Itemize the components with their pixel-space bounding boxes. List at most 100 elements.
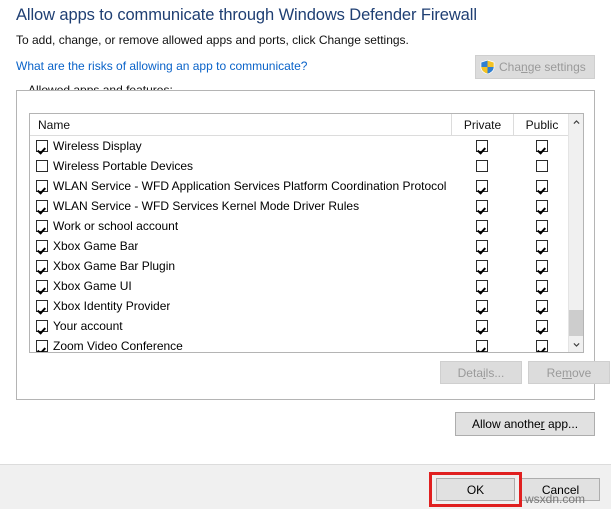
row-enabled-checkbox[interactable] xyxy=(36,260,48,272)
table-row[interactable]: Work or school account xyxy=(30,216,583,236)
private-checkbox[interactable] xyxy=(476,140,488,152)
row-enabled-checkbox[interactable] xyxy=(36,160,48,172)
column-header-name[interactable]: Name xyxy=(38,114,70,135)
table-row[interactable]: Xbox Game UI xyxy=(30,276,583,296)
watermark: wsxdn.com xyxy=(525,492,585,506)
private-checkbox[interactable] xyxy=(476,220,488,232)
public-checkbox[interactable] xyxy=(536,220,548,232)
row-name-cell: Xbox Game Bar Plugin xyxy=(36,256,448,276)
private-cell xyxy=(451,316,513,336)
page-title: Allow apps to communicate through Window… xyxy=(16,6,477,25)
public-cell xyxy=(513,196,570,216)
scroll-down-button[interactable] xyxy=(569,336,584,352)
private-checkbox[interactable] xyxy=(476,320,488,332)
row-enabled-checkbox[interactable] xyxy=(36,340,48,352)
page-subtitle: To add, change, or remove allowed apps a… xyxy=(16,33,409,47)
table-row[interactable]: Xbox Game Bar Plugin xyxy=(30,256,583,276)
row-enabled-checkbox[interactable] xyxy=(36,220,48,232)
row-enabled-checkbox[interactable] xyxy=(36,320,48,332)
row-name-cell: WLAN Service - WFD Application Services … xyxy=(36,176,448,196)
allow-another-app-button[interactable]: Allow another app... xyxy=(455,412,595,436)
column-header-private[interactable]: Private xyxy=(451,114,513,135)
public-checkbox[interactable] xyxy=(536,280,548,292)
remove-button[interactable]: Remove xyxy=(528,361,610,384)
public-checkbox[interactable] xyxy=(536,300,548,312)
row-name-cell: Work or school account xyxy=(36,216,448,236)
scroll-up-button[interactable] xyxy=(569,114,584,130)
row-enabled-checkbox[interactable] xyxy=(36,200,48,212)
row-name-cell: Xbox Game UI xyxy=(36,276,448,296)
public-checkbox[interactable] xyxy=(536,200,548,212)
row-name-cell: Your account xyxy=(36,316,448,336)
row-name-label: WLAN Service - WFD Application Services … xyxy=(53,179,448,193)
public-checkbox[interactable] xyxy=(536,160,548,172)
public-checkbox[interactable] xyxy=(536,180,548,192)
public-checkbox[interactable] xyxy=(536,260,548,272)
private-checkbox[interactable] xyxy=(476,200,488,212)
public-checkbox[interactable] xyxy=(536,340,548,352)
private-checkbox[interactable] xyxy=(476,240,488,252)
chevron-up-icon xyxy=(573,119,580,126)
table-row[interactable]: Wireless Portable Devices xyxy=(30,156,583,176)
private-checkbox[interactable] xyxy=(476,300,488,312)
row-name-cell: Xbox Identity Provider xyxy=(36,296,448,316)
public-checkbox[interactable] xyxy=(536,240,548,252)
public-checkbox[interactable] xyxy=(536,320,548,332)
listview-scrollbar[interactable] xyxy=(568,114,583,352)
uac-shield-icon xyxy=(480,59,495,75)
dialog-footer xyxy=(0,464,611,509)
public-cell xyxy=(513,256,570,276)
table-row[interactable]: Xbox Identity Provider xyxy=(30,296,583,316)
public-checkbox[interactable] xyxy=(536,140,548,152)
row-name-cell: Wireless Display xyxy=(36,136,448,156)
private-cell xyxy=(451,276,513,296)
private-cell xyxy=(451,176,513,196)
row-enabled-checkbox[interactable] xyxy=(36,140,48,152)
row-name-label: Work or school account xyxy=(53,219,178,233)
allowed-apps-listview[interactable]: Name Private Public Wireless DisplayWire… xyxy=(29,113,584,353)
public-cell xyxy=(513,176,570,196)
change-settings-button[interactable]: Change settings xyxy=(475,55,595,79)
private-checkbox[interactable] xyxy=(476,280,488,292)
public-cell xyxy=(513,316,570,336)
row-enabled-checkbox[interactable] xyxy=(36,300,48,312)
scrollbar-thumb[interactable] xyxy=(569,310,584,336)
table-row[interactable]: Wireless Display xyxy=(30,136,583,156)
private-cell xyxy=(451,156,513,176)
private-cell xyxy=(451,236,513,256)
row-name-label: Your account xyxy=(53,319,123,333)
private-cell xyxy=(451,196,513,216)
public-cell xyxy=(513,336,570,353)
private-checkbox[interactable] xyxy=(476,180,488,192)
private-checkbox[interactable] xyxy=(476,340,488,352)
row-name-cell: Zoom Video Conference xyxy=(36,336,448,353)
public-cell xyxy=(513,216,570,236)
row-name-cell: Wireless Portable Devices xyxy=(36,156,448,176)
table-row[interactable]: WLAN Service - WFD Application Services … xyxy=(30,176,583,196)
public-cell xyxy=(513,276,570,296)
row-name-label: Xbox Game UI xyxy=(53,279,132,293)
row-name-cell: Xbox Game Bar xyxy=(36,236,448,256)
row-enabled-checkbox[interactable] xyxy=(36,240,48,252)
row-enabled-checkbox[interactable] xyxy=(36,280,48,292)
row-enabled-checkbox[interactable] xyxy=(36,180,48,192)
risks-help-link[interactable]: What are the risks of allowing an app to… xyxy=(16,59,307,73)
table-row[interactable]: Xbox Game Bar xyxy=(30,236,583,256)
table-row[interactable]: Zoom Video Conference xyxy=(30,336,583,353)
ok-button-label: OK xyxy=(467,483,484,497)
private-checkbox[interactable] xyxy=(476,260,488,272)
public-cell xyxy=(513,156,570,176)
row-name-cell: WLAN Service - WFD Services Kernel Mode … xyxy=(36,196,448,216)
private-cell xyxy=(451,136,513,156)
column-header-public[interactable]: Public xyxy=(513,114,570,135)
chevron-down-icon xyxy=(573,341,580,348)
public-cell xyxy=(513,136,570,156)
ok-button[interactable]: OK xyxy=(436,478,515,501)
details-button[interactable]: Details... xyxy=(440,361,522,384)
row-name-label: Xbox Identity Provider xyxy=(53,299,170,313)
table-row[interactable]: Your account xyxy=(30,316,583,336)
table-row[interactable]: WLAN Service - WFD Services Kernel Mode … xyxy=(30,196,583,216)
private-cell xyxy=(451,336,513,353)
row-name-label: Xbox Game Bar xyxy=(53,239,138,253)
private-checkbox[interactable] xyxy=(476,160,488,172)
